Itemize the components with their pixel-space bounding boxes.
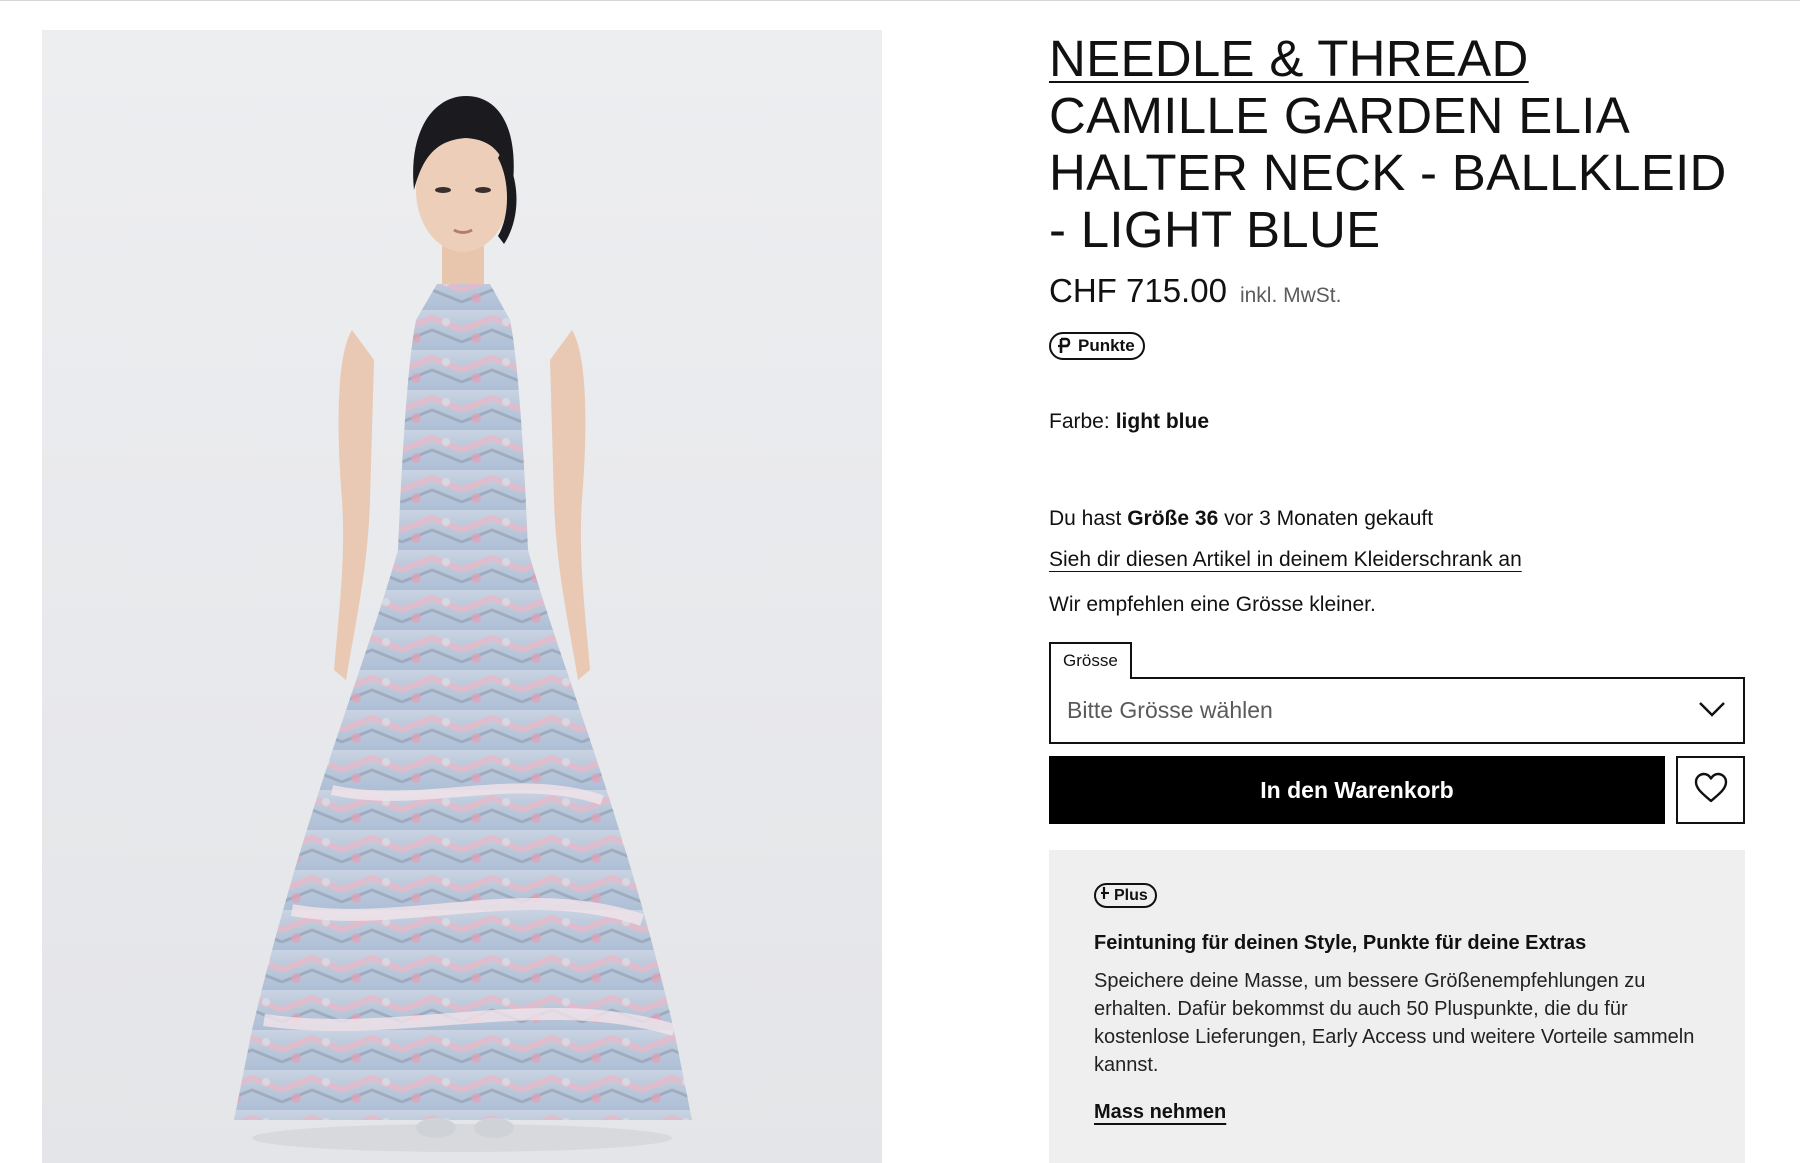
brand-link[interactable]: NEEDLE & THREAD <box>1049 30 1529 87</box>
size-recommendation: Wir empfehlen eine Grösse kleiner. <box>1049 593 1376 616</box>
measure-link[interactable]: Mass nehmen <box>1094 1101 1226 1124</box>
purchase-suffix: vor 3 Monaten gekauft <box>1224 507 1434 530</box>
plus-badge: Plus <box>1094 883 1157 908</box>
points-badge: Punkte <box>1049 332 1145 360</box>
wishlist-button[interactable] <box>1676 756 1745 824</box>
points-badge-label: Punkte <box>1078 336 1135 355</box>
size-dropdown-placeholder: Bitte Grösse wählen <box>1067 697 1273 723</box>
size-label: Grösse <box>1049 642 1132 679</box>
color-value: light blue <box>1115 410 1210 433</box>
plus-badge-label: Plus <box>1114 886 1148 904</box>
product-title: NEEDLE & THREAD CAMILLE GARDEN ELIA HALT… <box>1049 30 1745 258</box>
product-info-panel: NEEDLE & THREAD CAMILLE GARDEN ELIA HALT… <box>1049 30 1745 1163</box>
product-name: CAMILLE GARDEN ELIA HALTER NECK - BALLKL… <box>1049 87 1727 258</box>
top-divider <box>0 0 1800 1</box>
product-image[interactable] <box>42 30 882 1163</box>
plus-icon <box>1101 886 1112 905</box>
vat-note: inkl. MwSt. <box>1239 284 1342 307</box>
plus-description: Speichere deine Masse, um bessere Größen… <box>1094 970 1695 1076</box>
color-label: Farbe: <box>1049 410 1110 433</box>
plus-membership-panel: Plus Feintuning für deinen Style, Punkte… <box>1049 850 1745 1163</box>
heart-icon <box>1694 772 1728 809</box>
product-price: CHF 715.00 <box>1049 272 1227 309</box>
add-to-cart-button[interactable]: In den Warenkorb <box>1049 756 1665 824</box>
purchased-size: Größe 36 <box>1127 507 1219 530</box>
purchase-prefix: Du hast <box>1049 507 1122 530</box>
points-icon <box>1057 337 1073 355</box>
product-photo-illustration <box>234 96 692 1152</box>
wardrobe-link[interactable]: Sieh dir diesen Artikel in deinem Kleide… <box>1049 548 1522 572</box>
size-dropdown[interactable]: Bitte Grösse wählen <box>1049 677 1745 744</box>
chevron-down-icon <box>1697 697 1727 724</box>
price-row: CHF 715.00 inkl. MwSt. <box>1049 272 1745 310</box>
purchase-history-note: Du hast Größe 36 vor 3 Monaten gekauft <box>1049 507 1433 531</box>
color-row: Farbe: light blue <box>1049 410 1209 434</box>
plus-title: Feintuning für deinen Style, Punkte für … <box>1094 932 1587 954</box>
